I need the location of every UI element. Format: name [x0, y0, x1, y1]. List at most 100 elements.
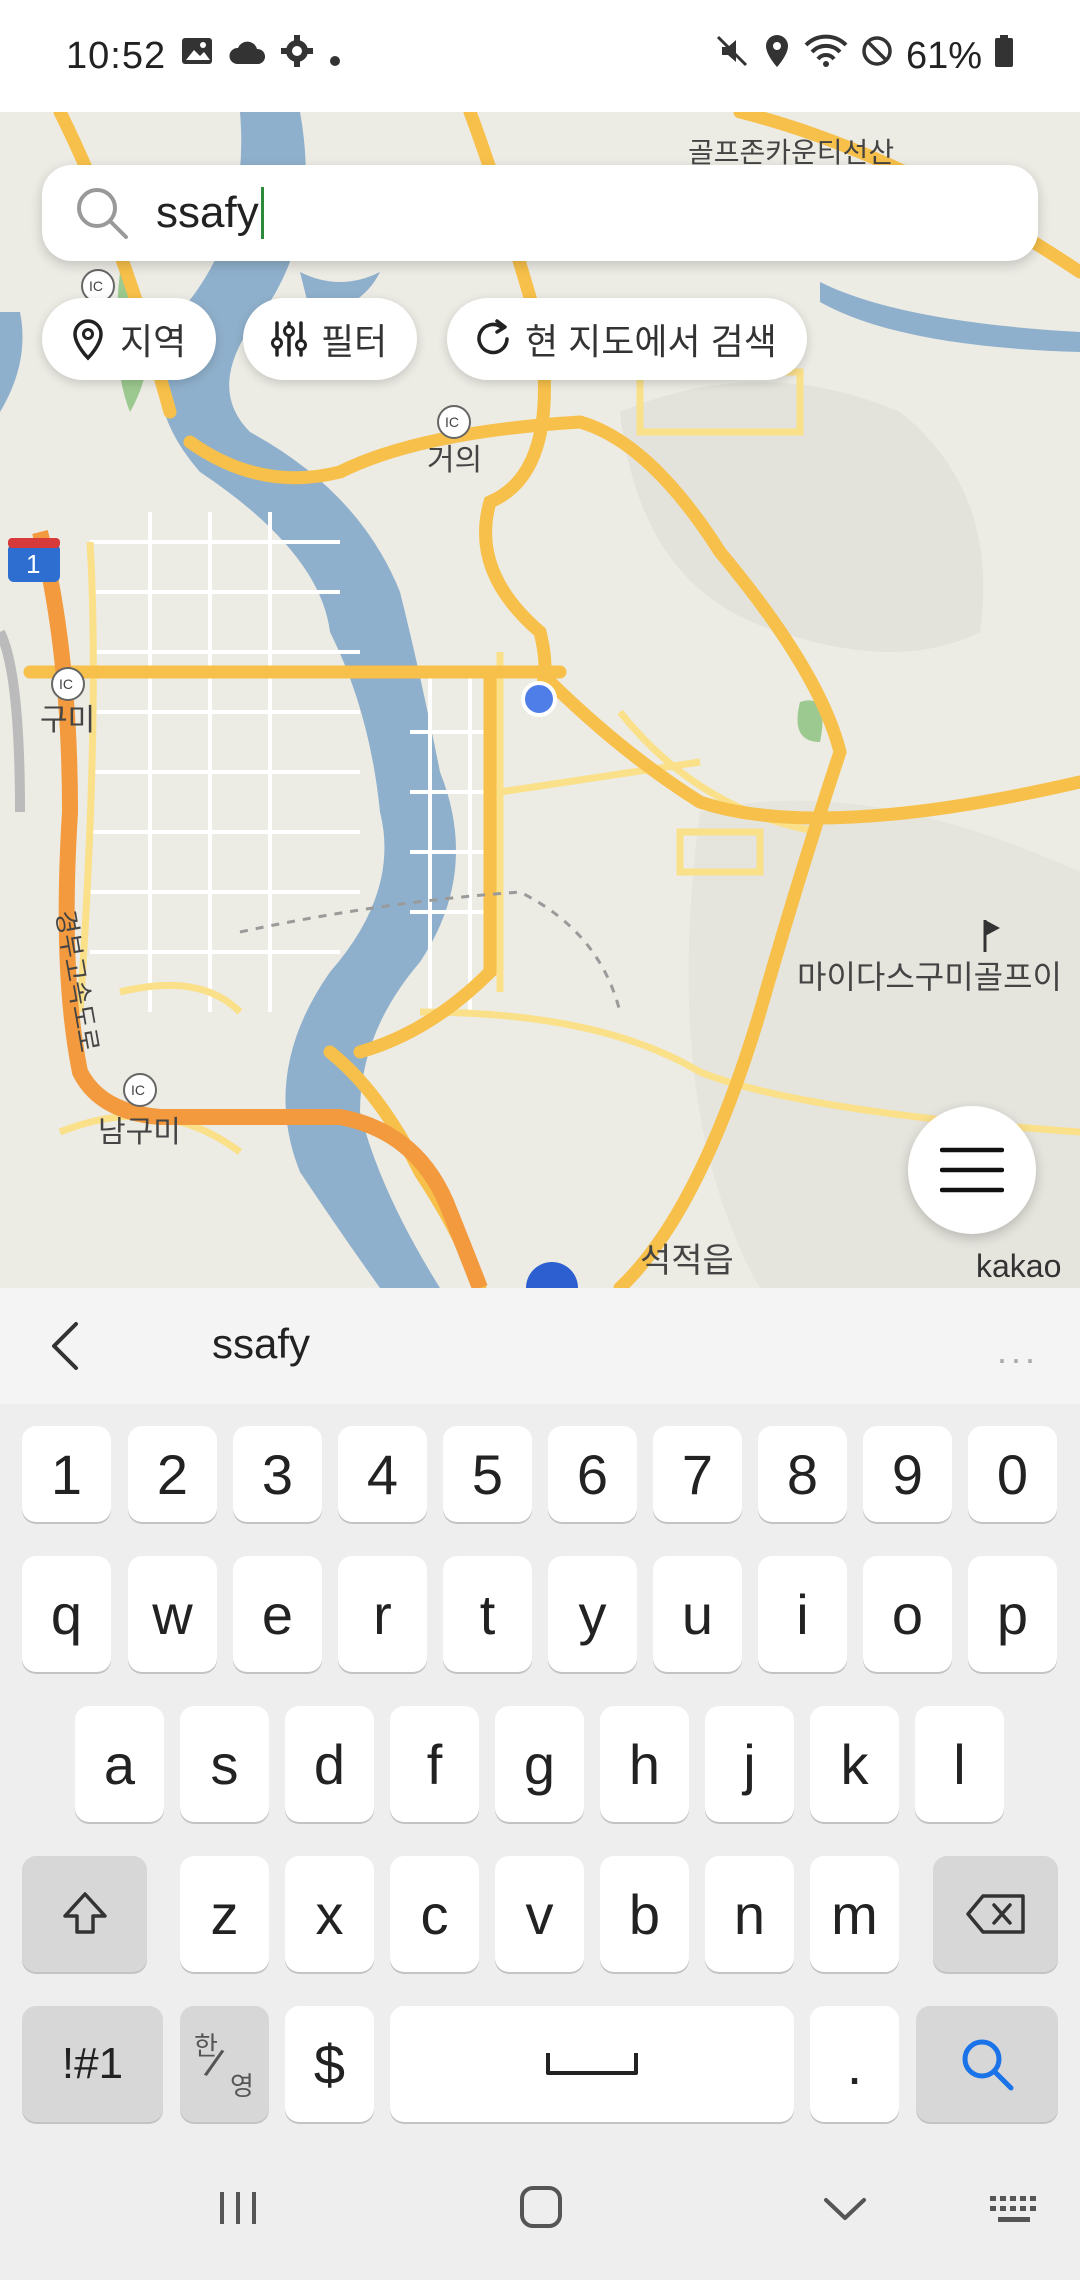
period-key[interactable]: . [810, 2006, 899, 2122]
ic-label: IC [89, 278, 103, 294]
system-nav-bar [0, 2140, 1080, 2280]
map-attribution: kakao [976, 1248, 1062, 1284]
key-m[interactable]: m [810, 1856, 899, 1972]
map-view[interactable]: 1 IC IC IC IC 거의 구미 남구미 석적읍 마이다스구미골프이 골프… [0, 112, 1080, 1288]
hamburger-menu-icon [940, 1147, 1004, 1193]
search-key[interactable] [916, 2006, 1058, 2122]
key-t[interactable]: t [443, 1556, 532, 1672]
key-3[interactable]: 3 [233, 1426, 322, 1522]
key-5[interactable]: 5 [443, 1426, 532, 1522]
mute-icon [714, 33, 750, 79]
map-label-golf: 마이다스구미골프이 [797, 959, 1062, 995]
search-here-chip[interactable]: 현 지도에서 검색 [447, 298, 807, 380]
key-f[interactable]: f [390, 1706, 479, 1822]
backspace-icon [965, 1894, 1025, 1934]
key-j[interactable]: j [705, 1706, 794, 1822]
key-r[interactable]: r [338, 1556, 427, 1672]
dot-icon [328, 35, 342, 78]
chevron-left-icon[interactable] [46, 1318, 86, 1374]
key-x[interactable]: x [285, 1856, 374, 1972]
hide-keyboard-icon[interactable] [822, 2194, 868, 2224]
shift-arrow-icon [62, 1892, 107, 1934]
image-icon [180, 34, 214, 78]
key-o[interactable]: o [863, 1556, 952, 1672]
location-icon [762, 33, 792, 79]
key-q[interactable]: q [22, 1556, 111, 1672]
key-2[interactable]: 2 [128, 1426, 217, 1522]
text-cursor [260, 187, 264, 239]
map-label-geoui: 거의 [427, 444, 482, 477]
soft-keyboard: 1 2 3 4 5 6 7 8 9 0 q w e r t y u i o p … [0, 1404, 1080, 2140]
menu-button[interactable] [908, 1106, 1036, 1234]
key-v[interactable]: v [495, 1856, 584, 1972]
language-toggle-key[interactable]: 한 / 영 [180, 2006, 269, 2122]
key-p[interactable]: p [968, 1556, 1057, 1672]
key-y[interactable]: y [548, 1556, 637, 1672]
wifi-icon [804, 33, 848, 79]
map-canvas: 1 IC IC IC IC 거의 구미 남구미 석적읍 마이다스구미골프이 골프… [0, 112, 1080, 1288]
key-0[interactable]: 0 [968, 1426, 1057, 1522]
status-time: 10:52 [66, 34, 167, 77]
shift-key[interactable] [22, 1856, 147, 1972]
search-icon [77, 188, 128, 239]
key-i[interactable]: i [758, 1556, 847, 1672]
key-n[interactable]: n [705, 1856, 794, 1972]
current-location-icon [521, 681, 557, 717]
key-4[interactable]: 4 [338, 1426, 427, 1522]
key-w[interactable]: w [128, 1556, 217, 1672]
key-6[interactable]: 6 [548, 1426, 637, 1522]
search-input[interactable]: ssafy [156, 187, 264, 239]
key-9[interactable]: 9 [863, 1426, 952, 1522]
map-label-gumi: 구미 [40, 704, 95, 737]
search-input-value: ssafy [156, 188, 259, 237]
search-bar[interactable]: ssafy [42, 165, 1038, 261]
key-e[interactable]: e [233, 1556, 322, 1672]
key-d[interactable]: d [285, 1706, 374, 1822]
battery-icon [994, 34, 1014, 78]
ic-label: IC [131, 1082, 145, 1098]
keyboard-switch-icon[interactable] [988, 2194, 1040, 2226]
symbols-key[interactable]: !#1 [22, 2006, 163, 2122]
backspace-key[interactable] [933, 1856, 1058, 1972]
key-g[interactable]: g [495, 1706, 584, 1822]
lang-key-english: 영 [230, 2071, 254, 2101]
dollar-key[interactable]: $ [285, 2006, 374, 2122]
map-label-expressway: 경부고속도로 [50, 908, 104, 1055]
key-c[interactable]: c [390, 1856, 479, 1972]
key-z[interactable]: z [180, 1856, 269, 1972]
map-marker-icon [526, 1262, 578, 1288]
battery-label: 61% [905, 34, 982, 77]
key-a[interactable]: a [75, 1706, 164, 1822]
suggestion-word[interactable]: ssafy [212, 1320, 310, 1368]
gear-icon [280, 34, 314, 78]
region-chip-label: 지역 [120, 321, 187, 362]
route-number: 1 [26, 549, 40, 579]
filter-chip[interactable]: 필터 [243, 298, 418, 380]
key-8[interactable]: 8 [758, 1426, 847, 1522]
space-bar-icon [546, 2053, 638, 2075]
ic-label: IC [445, 414, 459, 430]
key-s[interactable]: s [180, 1706, 269, 1822]
key-1[interactable]: 1 [22, 1426, 111, 1522]
map-label-top: 골프존카운티선산 [688, 137, 894, 168]
home-icon[interactable] [518, 2184, 564, 2230]
space-key[interactable] [390, 2006, 794, 2122]
ic-label: IC [59, 676, 73, 692]
status-bar: 10:52 61% [0, 0, 1080, 112]
key-h[interactable]: h [600, 1706, 689, 1822]
map-label-namgumi: 남구미 [98, 1116, 181, 1149]
more-options-icon[interactable]: ··· [996, 1338, 1038, 1380]
filter-sliders-icon [271, 321, 307, 357]
region-chip[interactable]: 지역 [42, 298, 217, 380]
key-7[interactable]: 7 [653, 1426, 742, 1522]
search-icon [962, 2039, 1014, 2091]
key-k[interactable]: k [810, 1706, 899, 1822]
key-b[interactable]: b [600, 1856, 689, 1972]
key-u[interactable]: u [653, 1556, 742, 1672]
refresh-icon [477, 319, 509, 355]
map-label-seokjeok: 석적읍 [640, 1242, 734, 1280]
key-l[interactable]: l [915, 1706, 1004, 1822]
keyboard-suggestion-bar: ssafy ··· [0, 1288, 1080, 1404]
recent-apps-icon[interactable] [216, 2188, 260, 2228]
filter-chip-label: 필터 [321, 321, 388, 362]
